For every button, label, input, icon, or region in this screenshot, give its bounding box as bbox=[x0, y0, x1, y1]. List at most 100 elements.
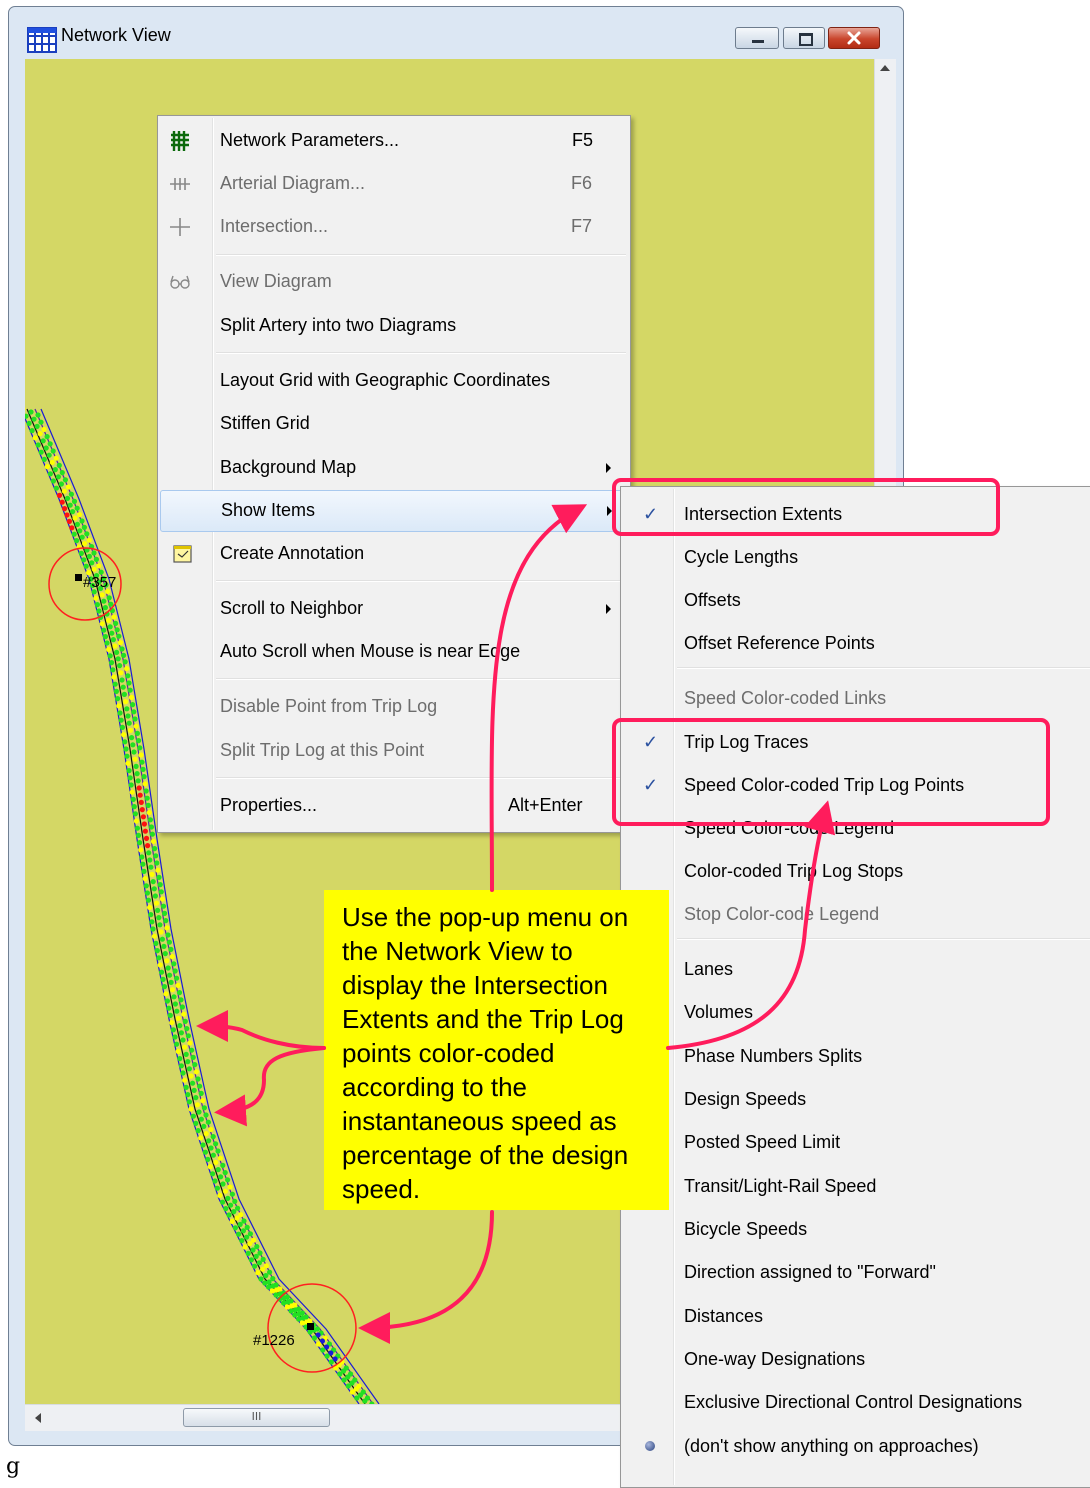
trip-log-point[interactable] bbox=[174, 1041, 180, 1047]
trip-log-point[interactable] bbox=[32, 435, 38, 441]
scroll-left-arrow-icon[interactable] bbox=[35, 1413, 41, 1423]
trip-log-point[interactable] bbox=[86, 553, 92, 559]
trip-log-point[interactable] bbox=[296, 1316, 302, 1322]
menu-item-show-items[interactable]: Show Items bbox=[160, 490, 628, 532]
menu-item-properties[interactable]: Properties... Alt+Enter bbox=[160, 786, 628, 826]
trip-log-point[interactable] bbox=[149, 831, 155, 837]
trip-log-point[interactable] bbox=[186, 1099, 192, 1105]
trip-log-point[interactable] bbox=[166, 1005, 172, 1011]
trip-log-point[interactable] bbox=[215, 1167, 221, 1173]
trip-log-point[interactable] bbox=[142, 876, 148, 882]
trip-log-point[interactable] bbox=[46, 452, 52, 458]
trip-log-point[interactable] bbox=[180, 1037, 186, 1043]
menu-item-stiffen-grid[interactable]: Stiffen Grid bbox=[160, 404, 628, 444]
trip-log-point[interactable] bbox=[142, 781, 148, 787]
trip-log-point[interactable] bbox=[144, 795, 150, 801]
maximize-button[interactable] bbox=[783, 27, 825, 49]
trip-log-point[interactable] bbox=[127, 687, 133, 693]
trip-log-point[interactable] bbox=[125, 673, 131, 679]
trip-log-point[interactable] bbox=[41, 426, 47, 432]
trip-log-point[interactable] bbox=[133, 818, 139, 824]
trip-log-point[interactable] bbox=[307, 1329, 313, 1335]
trip-log-point[interactable] bbox=[184, 1026, 190, 1032]
trip-log-point[interactable] bbox=[198, 1135, 204, 1141]
trip-log-point[interactable] bbox=[208, 1145, 214, 1151]
trip-log-point[interactable] bbox=[99, 592, 105, 598]
trip-log-point[interactable] bbox=[164, 958, 170, 964]
horizontal-scroll-thumb[interactable]: III bbox=[183, 1408, 330, 1427]
trip-log-point[interactable] bbox=[126, 680, 132, 686]
trip-log-point[interactable] bbox=[117, 663, 123, 669]
trip-log-point[interactable] bbox=[121, 691, 127, 698]
trip-log-point[interactable] bbox=[155, 907, 161, 914]
trip-log-point[interactable] bbox=[226, 1212, 232, 1218]
trip-log-point[interactable] bbox=[172, 1034, 178, 1040]
trip-log-point[interactable] bbox=[127, 727, 133, 734]
trip-log-point[interactable] bbox=[203, 1112, 209, 1118]
trip-log-point[interactable] bbox=[316, 1341, 322, 1347]
menu-item-split-artery[interactable]: Split Artery into two Diagrams bbox=[160, 306, 628, 346]
trip-log-point[interactable] bbox=[64, 512, 70, 518]
trip-log-point[interactable] bbox=[139, 807, 145, 813]
trip-log-point[interactable] bbox=[84, 531, 90, 537]
trip-log-point[interactable] bbox=[93, 556, 99, 562]
trip-log-point[interactable] bbox=[102, 634, 108, 640]
trip-log-point[interactable] bbox=[156, 915, 162, 921]
trip-log-point[interactable] bbox=[50, 448, 56, 454]
trip-log-point[interactable] bbox=[154, 948, 160, 954]
trip-log-point[interactable] bbox=[143, 788, 149, 794]
trip-log-point[interactable] bbox=[110, 637, 116, 643]
trip-log-point[interactable] bbox=[112, 681, 118, 687]
trip-log-point[interactable] bbox=[263, 1273, 269, 1279]
trip-log-point[interactable] bbox=[86, 537, 92, 543]
trip-log-point[interactable] bbox=[96, 608, 102, 614]
trip-log-point[interactable] bbox=[160, 976, 166, 983]
trip-log-point[interactable] bbox=[147, 817, 153, 823]
trip-log-point[interactable] bbox=[213, 1159, 219, 1165]
trip-log-point[interactable] bbox=[171, 961, 177, 967]
trip-log-point[interactable] bbox=[239, 1238, 245, 1244]
menu-item-background-map[interactable]: Background Map bbox=[160, 448, 628, 488]
trip-log-point[interactable] bbox=[117, 640, 123, 646]
trip-log-point[interactable] bbox=[193, 1095, 199, 1101]
trip-log-point[interactable] bbox=[170, 1027, 176, 1033]
trip-log-point[interactable] bbox=[131, 749, 137, 755]
trip-log-point[interactable] bbox=[182, 1018, 188, 1024]
trip-log-point[interactable] bbox=[179, 1004, 185, 1010]
trip-log-point[interactable] bbox=[345, 1383, 351, 1389]
trip-log-point[interactable] bbox=[26, 420, 32, 426]
trip-log-point[interactable] bbox=[144, 890, 150, 896]
trip-log-point[interactable] bbox=[111, 674, 117, 680]
trip-log-point[interactable] bbox=[208, 1126, 214, 1132]
trip-log-point[interactable] bbox=[74, 521, 80, 527]
trip-log-point[interactable] bbox=[163, 918, 169, 924]
trip-log-point[interactable] bbox=[141, 868, 147, 875]
trip-log-point[interactable] bbox=[186, 1066, 192, 1072]
submenu-item-21[interactable]: (don't show anything on approaches) bbox=[623, 1427, 1090, 1467]
trip-log-point[interactable] bbox=[296, 1311, 302, 1317]
trip-log-point[interactable] bbox=[134, 771, 140, 777]
trip-log-point[interactable] bbox=[256, 1260, 262, 1266]
trip-log-point[interactable] bbox=[284, 1304, 290, 1310]
trip-log-point[interactable] bbox=[262, 1280, 268, 1286]
trip-log-point[interactable] bbox=[47, 471, 53, 477]
submenu-item-9[interactable]: Stop Color-code Legend bbox=[623, 895, 1090, 935]
trip-log-point[interactable] bbox=[114, 627, 120, 633]
trip-log-point[interactable] bbox=[160, 903, 167, 909]
trip-log-point[interactable] bbox=[28, 409, 34, 415]
trip-log-point[interactable] bbox=[354, 1395, 360, 1401]
trip-log-point[interactable] bbox=[150, 838, 157, 845]
trip-log-point[interactable] bbox=[34, 423, 40, 429]
trip-log-point[interactable] bbox=[109, 630, 115, 636]
trip-log-point[interactable] bbox=[81, 557, 87, 563]
trip-log-point[interactable] bbox=[207, 1164, 213, 1170]
menu-item-network-parameters[interactable]: Network Parameters... F5 bbox=[160, 121, 628, 161]
trip-log-point[interactable] bbox=[190, 1113, 196, 1119]
trip-log-point[interactable] bbox=[107, 624, 113, 630]
trip-log-point[interactable] bbox=[116, 633, 122, 639]
trip-log-point[interactable] bbox=[182, 1077, 188, 1083]
trip-log-point[interactable] bbox=[29, 428, 35, 434]
menu-item-intersection[interactable]: Intersection... F7 bbox=[160, 207, 628, 247]
trip-log-point[interactable] bbox=[130, 742, 136, 748]
trip-log-point[interactable] bbox=[242, 1244, 248, 1250]
